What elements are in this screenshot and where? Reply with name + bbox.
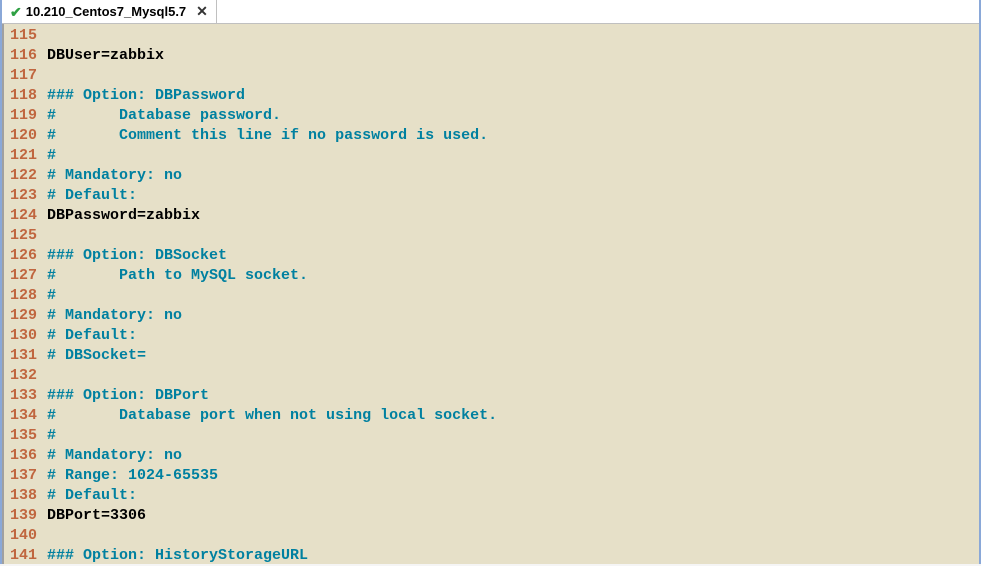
editor-window: ✔ 10.210_Centos7_Mysql5.7 ✕ 115116117118… xyxy=(0,0,981,564)
line-number: 127 xyxy=(10,266,37,286)
code-line[interactable]: # xyxy=(47,286,979,306)
tab-bar: ✔ 10.210_Centos7_Mysql5.7 ✕ xyxy=(2,0,979,24)
line-number: 117 xyxy=(10,66,37,86)
line-number: 122 xyxy=(10,166,37,186)
file-tab[interactable]: ✔ 10.210_Centos7_Mysql5.7 ✕ xyxy=(2,0,217,23)
code-line[interactable]: ### Option: DBPassword xyxy=(47,86,979,106)
line-number: 119 xyxy=(10,106,37,126)
code-line[interactable]: # xyxy=(47,426,979,446)
code-line[interactable]: # Mandatory: no xyxy=(47,446,979,466)
line-number: 141 xyxy=(10,546,37,566)
code-line[interactable]: # DBSocket= xyxy=(47,346,979,366)
code-line[interactable]: # xyxy=(47,146,979,166)
code-line[interactable]: # Database password. xyxy=(47,106,979,126)
code-line[interactable] xyxy=(47,226,979,246)
line-number: 123 xyxy=(10,186,37,206)
code-line[interactable] xyxy=(47,526,979,546)
code-line[interactable]: # Default: xyxy=(47,486,979,506)
code-line[interactable] xyxy=(47,26,979,46)
line-number: 130 xyxy=(10,326,37,346)
close-icon[interactable]: ✕ xyxy=(196,3,208,20)
line-number-gutter: 1151161171181191201211221231241251261271… xyxy=(2,24,41,564)
line-number: 116 xyxy=(10,46,37,66)
code-line[interactable]: # Path to MySQL socket. xyxy=(47,266,979,286)
line-number: 133 xyxy=(10,386,37,406)
line-number: 140 xyxy=(10,526,37,546)
line-number: 136 xyxy=(10,446,37,466)
code-line[interactable]: # Range: 1024-65535 xyxy=(47,466,979,486)
code-line[interactable]: # Default: xyxy=(47,186,979,206)
line-number: 121 xyxy=(10,146,37,166)
code-line[interactable]: DBUser=zabbix xyxy=(47,46,979,66)
code-line[interactable]: ### Option: DBPort xyxy=(47,386,979,406)
code-line[interactable]: ### Option: HistoryStorageURL xyxy=(47,546,979,566)
code-line[interactable]: # Database port when not using local soc… xyxy=(47,406,979,426)
line-number: 138 xyxy=(10,486,37,506)
tab-title: 10.210_Centos7_Mysql5.7 xyxy=(26,4,186,19)
line-number: 135 xyxy=(10,426,37,446)
line-number: 120 xyxy=(10,126,37,146)
editor-area[interactable]: 1151161171181191201211221231241251261271… xyxy=(2,24,979,564)
code-line[interactable]: DBPassword=zabbix xyxy=(47,206,979,226)
line-number: 115 xyxy=(10,26,37,46)
line-number: 132 xyxy=(10,366,37,386)
line-number: 125 xyxy=(10,226,37,246)
code-line[interactable]: ### Option: DBSocket xyxy=(47,246,979,266)
code-content[interactable]: DBUser=zabbix ### Option: DBPassword# Da… xyxy=(41,24,979,564)
code-line[interactable]: # Comment this line if no password is us… xyxy=(47,126,979,146)
line-number: 139 xyxy=(10,506,37,526)
code-line[interactable] xyxy=(47,366,979,386)
line-number: 131 xyxy=(10,346,37,366)
line-number: 118 xyxy=(10,86,37,106)
code-line[interactable]: # Default: xyxy=(47,326,979,346)
check-icon: ✔ xyxy=(10,5,22,19)
line-number: 129 xyxy=(10,306,37,326)
code-line[interactable] xyxy=(47,66,979,86)
line-number: 124 xyxy=(10,206,37,226)
line-number: 134 xyxy=(10,406,37,426)
line-number: 126 xyxy=(10,246,37,266)
code-line[interactable]: # Mandatory: no xyxy=(47,166,979,186)
line-number: 128 xyxy=(10,286,37,306)
line-number: 137 xyxy=(10,466,37,486)
code-line[interactable]: # Mandatory: no xyxy=(47,306,979,326)
code-line[interactable]: DBPort=3306 xyxy=(47,506,979,526)
